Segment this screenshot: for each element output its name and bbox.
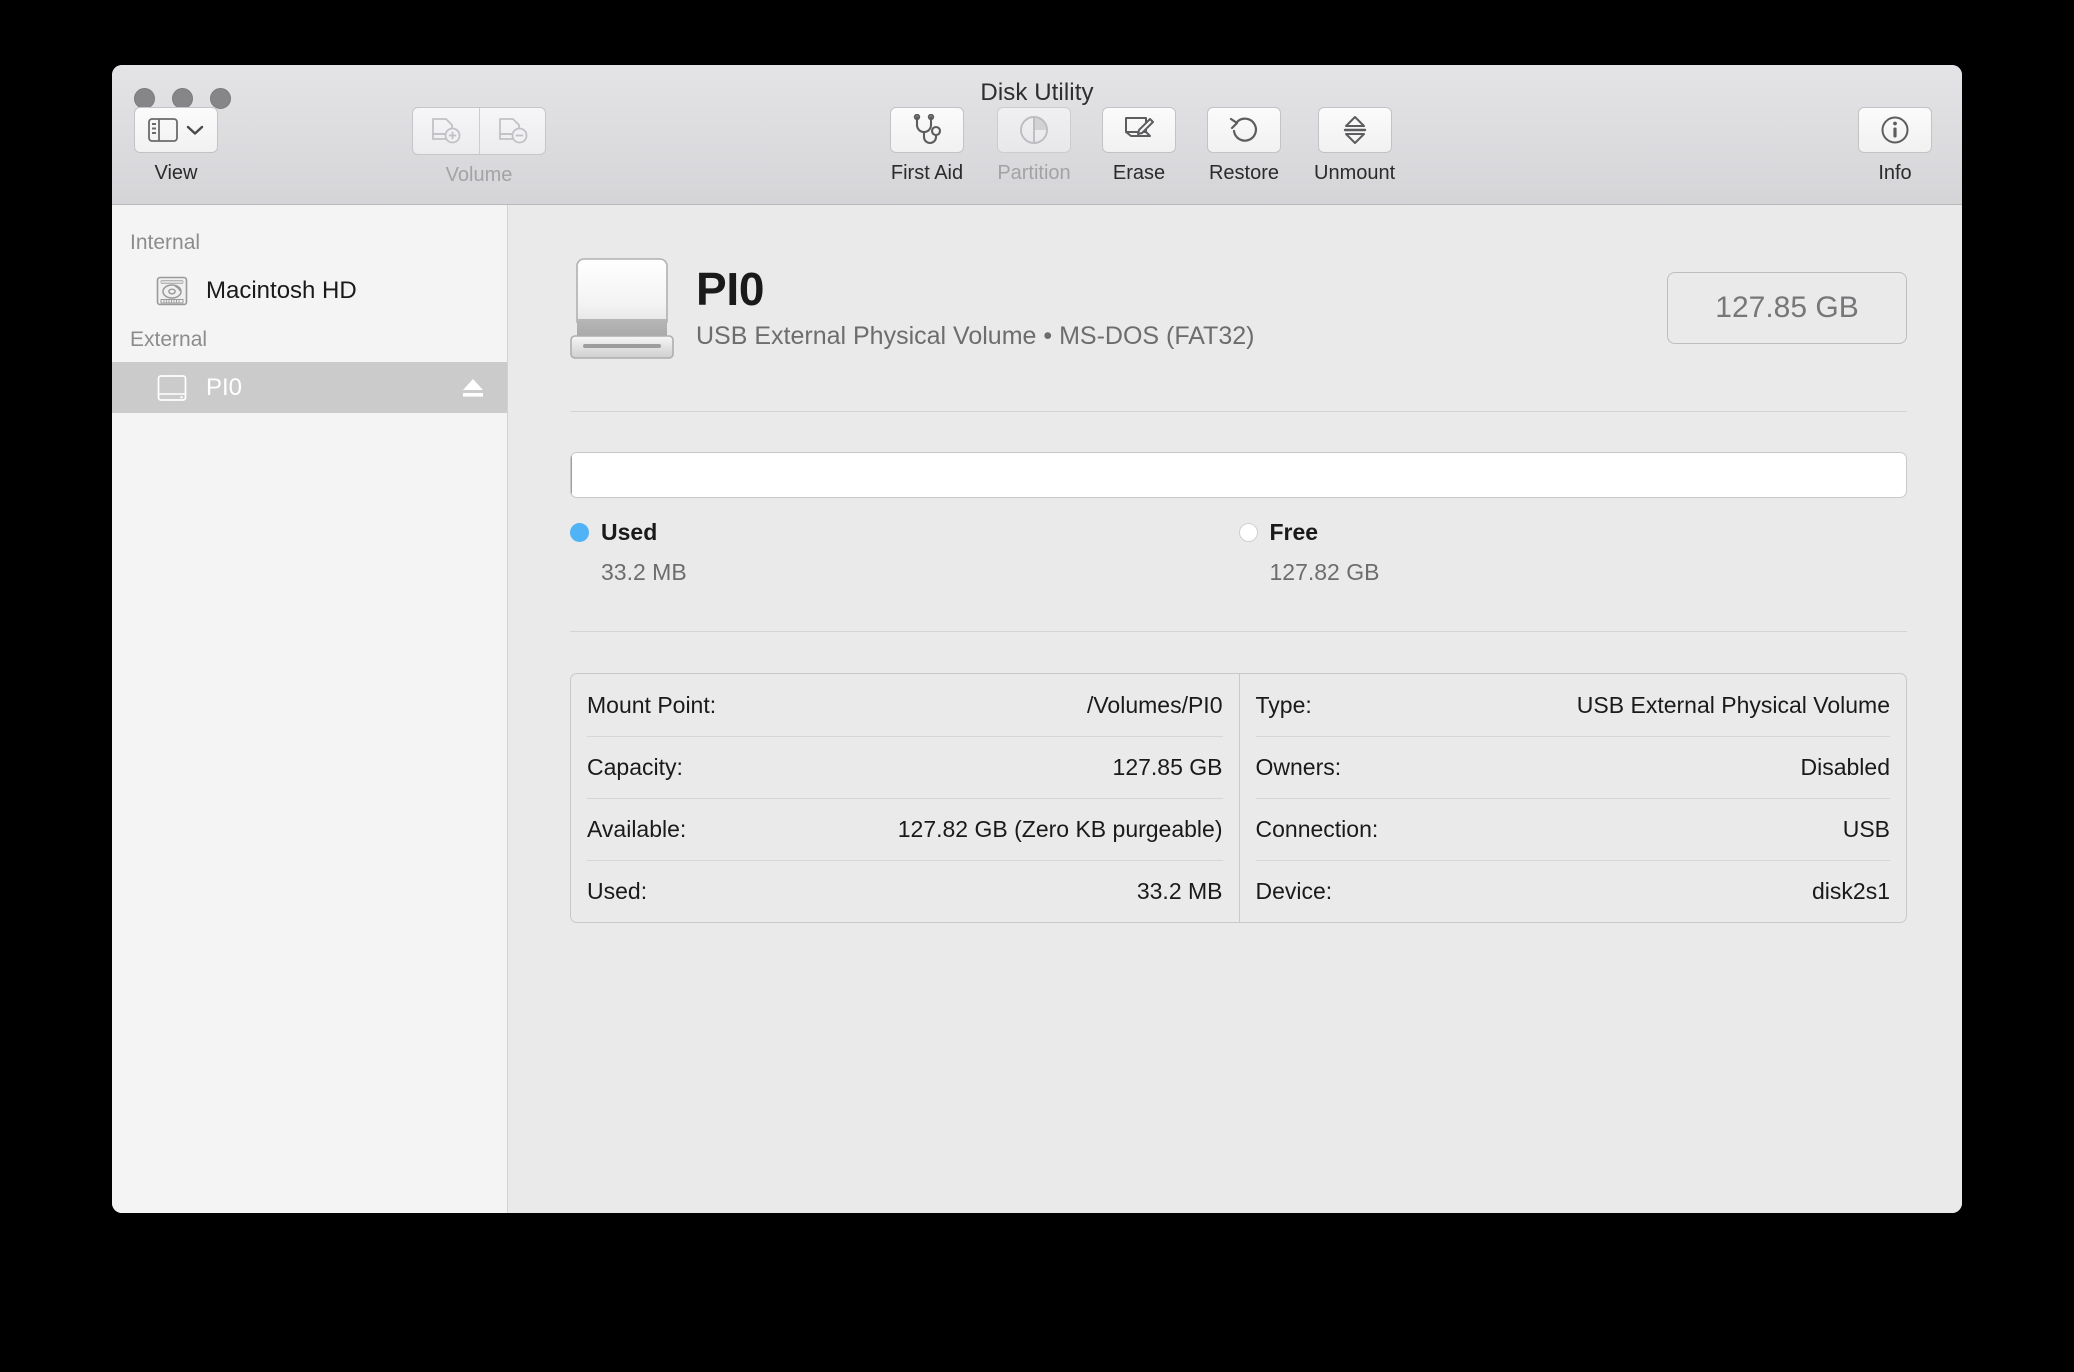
device-subtitle: USB External Physical Volume • MS-DOS (F… [696, 322, 1255, 351]
info-key: Type: [1255, 691, 1312, 718]
erase-button[interactable] [1102, 107, 1176, 153]
info-key: Owners: [1255, 754, 1342, 780]
sidebar-item-label: PI0 [206, 373, 243, 401]
toolbar-group-info: Info [1858, 107, 1932, 185]
external-drive-large-icon [570, 249, 674, 367]
sidebar-item-macintosh-hd[interactable]: Macintosh HD [112, 265, 507, 316]
info-table-left-column: Mount Point: /Volumes/PI0 Capacity: 127.… [571, 674, 1239, 922]
toolbar-group-erase: Erase [1102, 107, 1176, 185]
info-circle-icon [1879, 114, 1911, 146]
content-pane: PI0 USB External Physical Volume • MS-DO… [508, 205, 1962, 1213]
partition-button [997, 107, 1071, 153]
toolbar: View Volume First Aid Partition Erase Re… [112, 107, 1962, 205]
info-value: disk2s1 [1812, 878, 1890, 904]
toolbar-label-first-aid: First Aid [890, 162, 964, 184]
erase-icon [1122, 114, 1156, 146]
table-row: Capacity: 127.85 GB [587, 736, 1223, 798]
toolbar-label-restore: Restore [1208, 162, 1280, 184]
sidebar: Internal Macintosh HD External PI0 [112, 205, 508, 1213]
info-table: Mount Point: /Volumes/PI0 Capacity: 127.… [570, 673, 1907, 923]
capacity-badge: 127.85 GB [1667, 272, 1907, 344]
info-key: Mount Point: [587, 691, 717, 718]
toolbar-group-volume: Volume [412, 107, 546, 187]
sidebar-header-external: External [130, 328, 208, 351]
usage-bar [570, 452, 1907, 498]
legend-item-free: Free 127.82 GB [1238, 519, 1908, 586]
sidebar-icon [148, 118, 178, 142]
info-value: Disabled [1800, 754, 1891, 780]
toolbar-label-view: View [154, 162, 198, 184]
toolbar-group-restore: Restore [1207, 107, 1281, 185]
sidebar-item-label: Macintosh HD [206, 276, 357, 304]
device-header: PI0 USB External Physical Volume • MS-DO… [570, 243, 1907, 367]
table-row: Available: 127.82 GB (Zero KB purgeable) [587, 798, 1223, 860]
undo-arrow-icon [1228, 114, 1260, 146]
toolbar-group-view: View [134, 107, 218, 185]
legend-value-used: 33.2 MB [601, 559, 687, 585]
info-value: 127.82 GB (Zero KB purgeable) [897, 816, 1223, 842]
table-row: Used: 33.2 MB [587, 860, 1223, 922]
toolbar-label-erase: Erase [1112, 162, 1166, 184]
window-body: Internal Macintosh HD External PI0 PI0 U… [112, 205, 1962, 1213]
legend-label-used: Used [601, 519, 658, 545]
toolbar-label-info: Info [1878, 162, 1912, 184]
eject-double-arrow-icon [1341, 114, 1369, 146]
info-key: Available: [587, 816, 687, 842]
info-key: Used: [587, 878, 648, 904]
info-button[interactable] [1858, 107, 1932, 153]
divider-bottom [570, 631, 1907, 632]
info-value: 33.2 MB [1136, 878, 1223, 904]
table-row: Owners: Disabled [1255, 736, 1891, 798]
info-key: Device: [1255, 878, 1333, 904]
restore-button[interactable] [1207, 107, 1281, 153]
disk-utility-window: Disk Utility View Volume First Aid Parti… [112, 65, 1962, 1213]
table-row: Mount Point: /Volumes/PI0 [587, 674, 1223, 736]
legend-label-free: Free [1269, 519, 1319, 545]
info-key: Capacity: [587, 754, 683, 780]
toolbar-label-partition: Partition [997, 162, 1071, 184]
legend-item-used: Used 33.2 MB [570, 519, 1239, 586]
sidebar-header-internal: Internal [130, 231, 201, 254]
eject-icon[interactable] [459, 375, 487, 401]
titlebar: Disk Utility View Volume First Aid Parti… [112, 65, 1962, 205]
info-table-right-column: Type: USB External Physical Volume Owner… [1238, 674, 1907, 922]
internal-hard-drive-icon [154, 274, 190, 308]
device-text: PI0 USB External Physical Volume • MS-DO… [696, 265, 1667, 351]
unmount-button[interactable] [1317, 107, 1392, 153]
volume-segmented-control [412, 107, 546, 155]
toolbar-group-unmount: Unmount [1314, 107, 1395, 185]
volume-minus-icon [496, 116, 530, 146]
pie-chart-icon [1018, 114, 1050, 146]
remove-volume-button [479, 108, 545, 154]
legend-value-free: 127.82 GB [1269, 559, 1380, 585]
toolbar-label-unmount: Unmount [1314, 162, 1396, 184]
usage-legend: Used 33.2 MB Free 127.82 GB [570, 519, 1907, 586]
toolbar-label-volume: Volume [445, 164, 513, 186]
sidebar-item-pi0[interactable]: PI0 [112, 362, 507, 413]
device-name: PI0 [696, 262, 765, 315]
toolbar-group-first-aid: First Aid [890, 107, 964, 185]
toolbar-group-partition: Partition [997, 107, 1071, 185]
legend-swatch-used [570, 523, 589, 542]
first-aid-button[interactable] [890, 107, 964, 153]
info-value: /Volumes/PI0 [1086, 691, 1223, 718]
add-volume-button [413, 108, 479, 154]
info-value: 127.85 GB [1112, 754, 1223, 780]
volume-plus-icon [429, 116, 463, 146]
stethoscope-icon [910, 114, 944, 146]
info-value: USB [1842, 816, 1890, 842]
usage-section: Used 33.2 MB Free 127.82 GB [570, 412, 1907, 586]
chevron-down-icon [186, 124, 204, 136]
info-key: Connection: [1255, 816, 1379, 842]
view-button[interactable] [134, 107, 218, 153]
table-row: Device: disk2s1 [1255, 860, 1890, 922]
window-title: Disk Utility [980, 79, 1094, 106]
external-drive-icon [154, 371, 190, 405]
info-value: USB External Physical Volume [1576, 691, 1890, 718]
table-row: Connection: USB [1255, 798, 1890, 860]
table-row: Type: USB External Physical Volume [1256, 674, 1891, 736]
legend-swatch-free [1238, 523, 1258, 542]
